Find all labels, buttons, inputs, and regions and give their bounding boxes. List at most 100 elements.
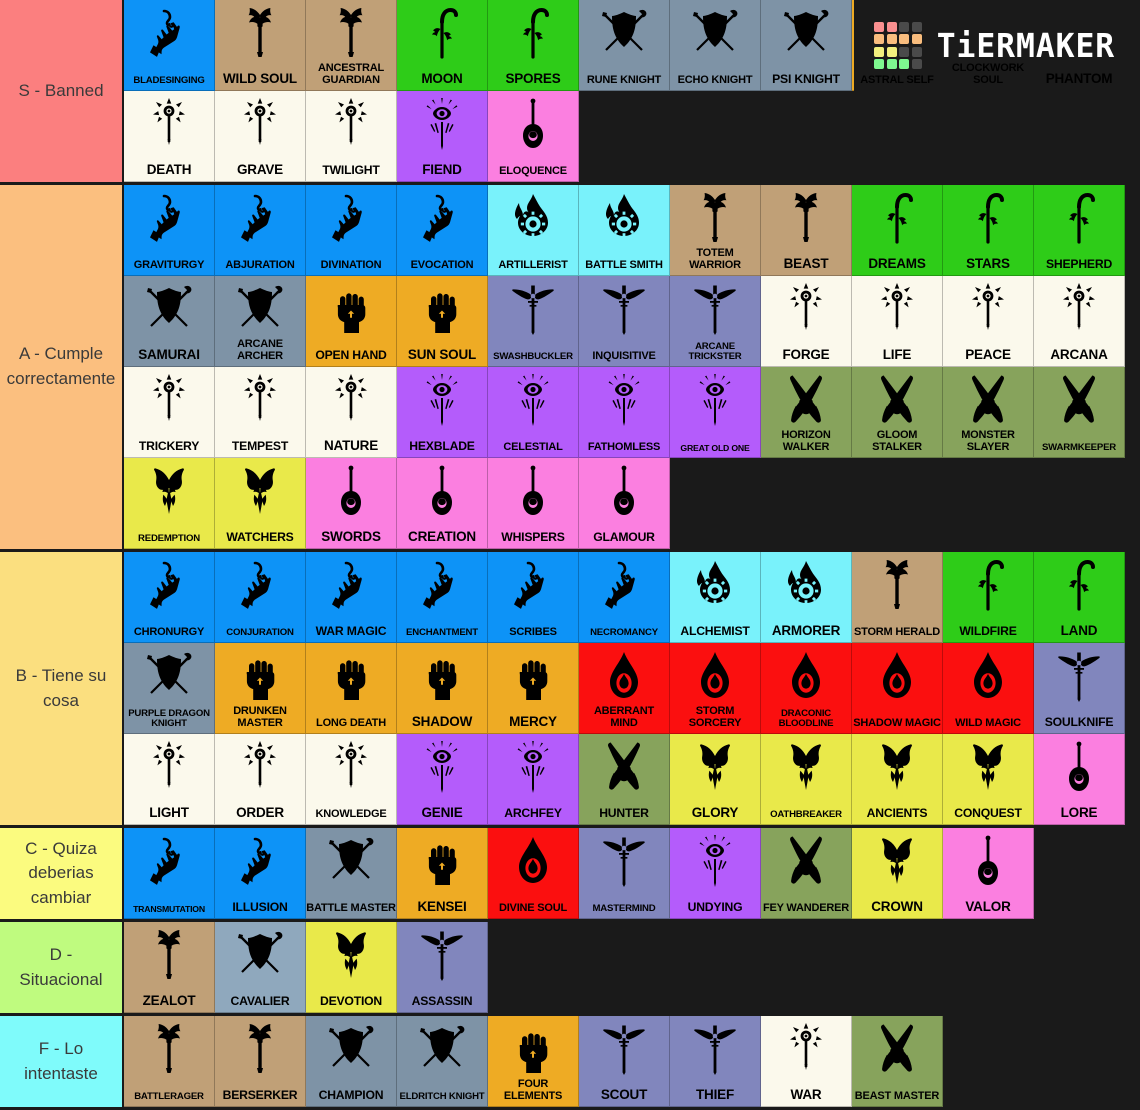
tier-item[interactable]: ARMORER bbox=[761, 552, 852, 643]
tier-item[interactable]: LONG DEATH bbox=[306, 643, 397, 734]
tier-item[interactable]: SCRIBES bbox=[488, 552, 579, 643]
tier-item[interactable]: ENCHANTMENT bbox=[397, 552, 488, 643]
tier-item[interactable]: WATCHERS bbox=[215, 458, 306, 549]
tier-item[interactable]: CREATION bbox=[397, 458, 488, 549]
tier-item[interactable]: TRICKERY bbox=[124, 367, 215, 458]
tier-item[interactable]: MASTERMIND bbox=[579, 828, 670, 919]
tier-item[interactable]: CONQUEST bbox=[943, 734, 1034, 825]
tier-item[interactable]: WILD MAGIC bbox=[943, 643, 1034, 734]
tier-item[interactable]: ORDER bbox=[215, 734, 306, 825]
tier-item[interactable]: BLADESINGING bbox=[124, 0, 215, 91]
tier-item[interactable]: UNDYING bbox=[670, 828, 761, 919]
tier-item[interactable]: ARCHFEY bbox=[488, 734, 579, 825]
tier-item[interactable]: BERSERKER bbox=[215, 1016, 306, 1107]
tier-item[interactable]: MERCY bbox=[488, 643, 579, 734]
tier-item[interactable]: GREAT OLD ONE bbox=[670, 367, 761, 458]
tier-item[interactable]: KNOWLEDGE bbox=[306, 734, 397, 825]
tier-item[interactable]: ARCANE TRICKSTER bbox=[670, 276, 761, 367]
tier-item[interactable]: LAND bbox=[1034, 552, 1125, 643]
tier-label[interactable]: F - Lo intentaste bbox=[0, 1016, 124, 1107]
tier-item[interactable]: SPORES bbox=[488, 0, 579, 91]
tier-item[interactable]: THIEF bbox=[670, 1016, 761, 1107]
tier-item[interactable]: MONSTER SLAYER bbox=[943, 367, 1034, 458]
tier-label[interactable]: S - Banned bbox=[0, 0, 124, 182]
tier-item[interactable]: ABERRANT MIND bbox=[579, 643, 670, 734]
tier-item[interactable]: GLOOM STALKER bbox=[852, 367, 943, 458]
tier-item[interactable]: WILD SOUL bbox=[215, 0, 306, 91]
tier-item[interactable]: WILDFIRE bbox=[943, 552, 1034, 643]
tier-item[interactable]: ARCANE ARCHER bbox=[215, 276, 306, 367]
tier-item[interactable]: SHADOW bbox=[397, 643, 488, 734]
tier-item[interactable]: LORE bbox=[1034, 734, 1125, 825]
tier-item[interactable]: GLAMOUR bbox=[579, 458, 670, 549]
tier-item[interactable]: CHRONURGY bbox=[124, 552, 215, 643]
tier-item[interactable]: VALOR bbox=[943, 828, 1034, 919]
tier-item[interactable]: REDEMPTION bbox=[124, 458, 215, 549]
tier-item[interactable]: PSI KNIGHT bbox=[761, 0, 852, 91]
tier-item[interactable]: SWORDS bbox=[306, 458, 397, 549]
tier-item[interactable]: ELDRITCH KNIGHT bbox=[397, 1016, 488, 1107]
tier-item[interactable]: EVOCATION bbox=[397, 185, 488, 276]
tier-item[interactable]: SCOUT bbox=[579, 1016, 670, 1107]
tier-item[interactable]: GRAVITURGY bbox=[124, 185, 215, 276]
tier-item[interactable]: DRUNKEN MASTER bbox=[215, 643, 306, 734]
tier-item[interactable]: ARTILLERIST bbox=[488, 185, 579, 276]
tier-item[interactable]: FEY WANDERER bbox=[761, 828, 852, 919]
tier-item[interactable]: WAR bbox=[761, 1016, 852, 1107]
tier-item[interactable]: ALCHEMIST bbox=[670, 552, 761, 643]
tier-item[interactable]: OATHBREAKER bbox=[761, 734, 852, 825]
tier-item[interactable]: ABJURATION bbox=[215, 185, 306, 276]
tier-item[interactable]: FORGE bbox=[761, 276, 852, 367]
tier-item[interactable]: BATTLERAGER bbox=[124, 1016, 215, 1107]
tier-item[interactable]: WHISPERS bbox=[488, 458, 579, 549]
tier-item[interactable]: ANCESTRAL GUARDIAN bbox=[306, 0, 397, 91]
tier-item[interactable]: DEVOTION bbox=[306, 922, 397, 1013]
tier-item[interactable]: INQUISITIVE bbox=[579, 276, 670, 367]
tier-item[interactable]: CROWN bbox=[852, 828, 943, 919]
tier-item[interactable]: TRANSMUTATION bbox=[124, 828, 215, 919]
tier-item[interactable]: BATTLE MASTER bbox=[306, 828, 397, 919]
tier-item[interactable]: BATTLE SMITH bbox=[579, 185, 670, 276]
tier-item[interactable]: CONJURATION bbox=[215, 552, 306, 643]
tier-item[interactable]: HEXBLADE bbox=[397, 367, 488, 458]
tier-item[interactable]: LIGHT bbox=[124, 734, 215, 825]
tier-item[interactable]: ASSASSIN bbox=[397, 922, 488, 1013]
tier-item[interactable]: GENIE bbox=[397, 734, 488, 825]
tier-item[interactable]: GLORY bbox=[670, 734, 761, 825]
tier-item[interactable]: FATHOMLESS bbox=[579, 367, 670, 458]
tier-item[interactable]: HUNTER bbox=[579, 734, 670, 825]
tier-item[interactable]: ZEALOT bbox=[124, 922, 215, 1013]
tier-item[interactable]: DREAMS bbox=[852, 185, 943, 276]
tier-item[interactable]: NECROMANCY bbox=[579, 552, 670, 643]
tier-item[interactable]: ILLUSION bbox=[215, 828, 306, 919]
tier-item[interactable]: BEAST MASTER bbox=[852, 1016, 943, 1107]
tier-item[interactable]: DRACONIC BLOODLINE bbox=[761, 643, 852, 734]
tier-item[interactable]: ECHO KNIGHT bbox=[670, 0, 761, 91]
tier-item[interactable]: SOULKNIFE bbox=[1034, 643, 1125, 734]
tier-label[interactable]: A - Cumple correctamente bbox=[0, 185, 124, 549]
tier-label[interactable]: D - Situacional bbox=[0, 922, 124, 1013]
tier-item[interactable]: DEATH bbox=[124, 91, 215, 182]
tier-item[interactable]: SHEPHERD bbox=[1034, 185, 1125, 276]
tier-item[interactable]: FOUR ELEMENTS bbox=[488, 1016, 579, 1107]
tier-item[interactable]: SAMURAI bbox=[124, 276, 215, 367]
tier-item[interactable]: ANCIENTS bbox=[852, 734, 943, 825]
tier-item[interactable]: PURPLE DRAGON KNIGHT bbox=[124, 643, 215, 734]
tier-item[interactable]: DIVINATION bbox=[306, 185, 397, 276]
tier-item[interactable]: BEAST bbox=[761, 185, 852, 276]
tier-item[interactable]: SUN SOUL bbox=[397, 276, 488, 367]
tier-item[interactable]: STORM SORCERY bbox=[670, 643, 761, 734]
tier-label[interactable]: B - Tiene su cosa bbox=[0, 552, 124, 825]
tier-item[interactable]: PEACE bbox=[943, 276, 1034, 367]
tier-item[interactable]: CAVALIER bbox=[215, 922, 306, 1013]
tier-item[interactable]: WAR MAGIC bbox=[306, 552, 397, 643]
tier-item[interactable]: HORIZON WALKER bbox=[761, 367, 852, 458]
tier-item[interactable]: SHADOW MAGIC bbox=[852, 643, 943, 734]
tier-item[interactable]: STARS bbox=[943, 185, 1034, 276]
tier-item[interactable]: OPEN HAND bbox=[306, 276, 397, 367]
tier-item[interactable]: STORM HERALD bbox=[852, 552, 943, 643]
tier-item[interactable]: TWILIGHT bbox=[306, 91, 397, 182]
tier-item[interactable]: LIFE bbox=[852, 276, 943, 367]
tier-item[interactable]: TEMPEST bbox=[215, 367, 306, 458]
tier-item[interactable]: MOON bbox=[397, 0, 488, 91]
